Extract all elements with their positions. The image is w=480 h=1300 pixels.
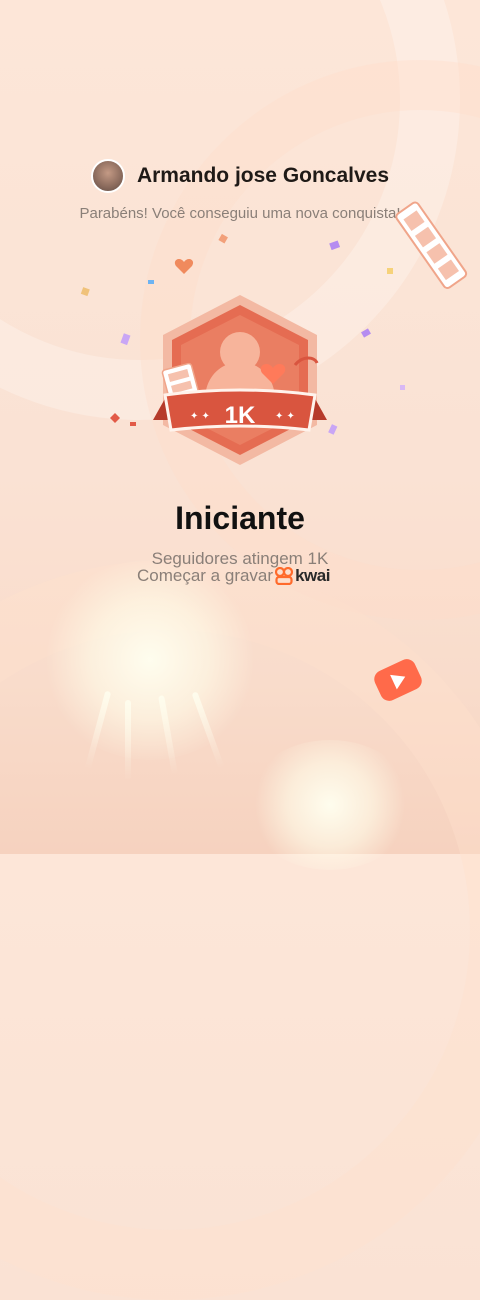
record-cta[interactable]: Começar a gravar kwai [137,566,330,586]
achievement-badge: ✦ ✦ ✦ ✦ 1K [153,295,327,465]
achievement-title: Iniciante [175,500,305,536]
svg-text:✦ ✦: ✦ ✦ [190,411,210,422]
play-icon [374,659,422,701]
kwai-wordmark: kwai [295,566,330,585]
badge-level: 1K [225,402,256,429]
record-label: Começar a gravar [137,566,274,585]
kwai-logo-icon [275,567,294,585]
svg-text:✦ ✦: ✦ ✦ [275,411,295,422]
kwai-logo: kwai [275,566,330,586]
